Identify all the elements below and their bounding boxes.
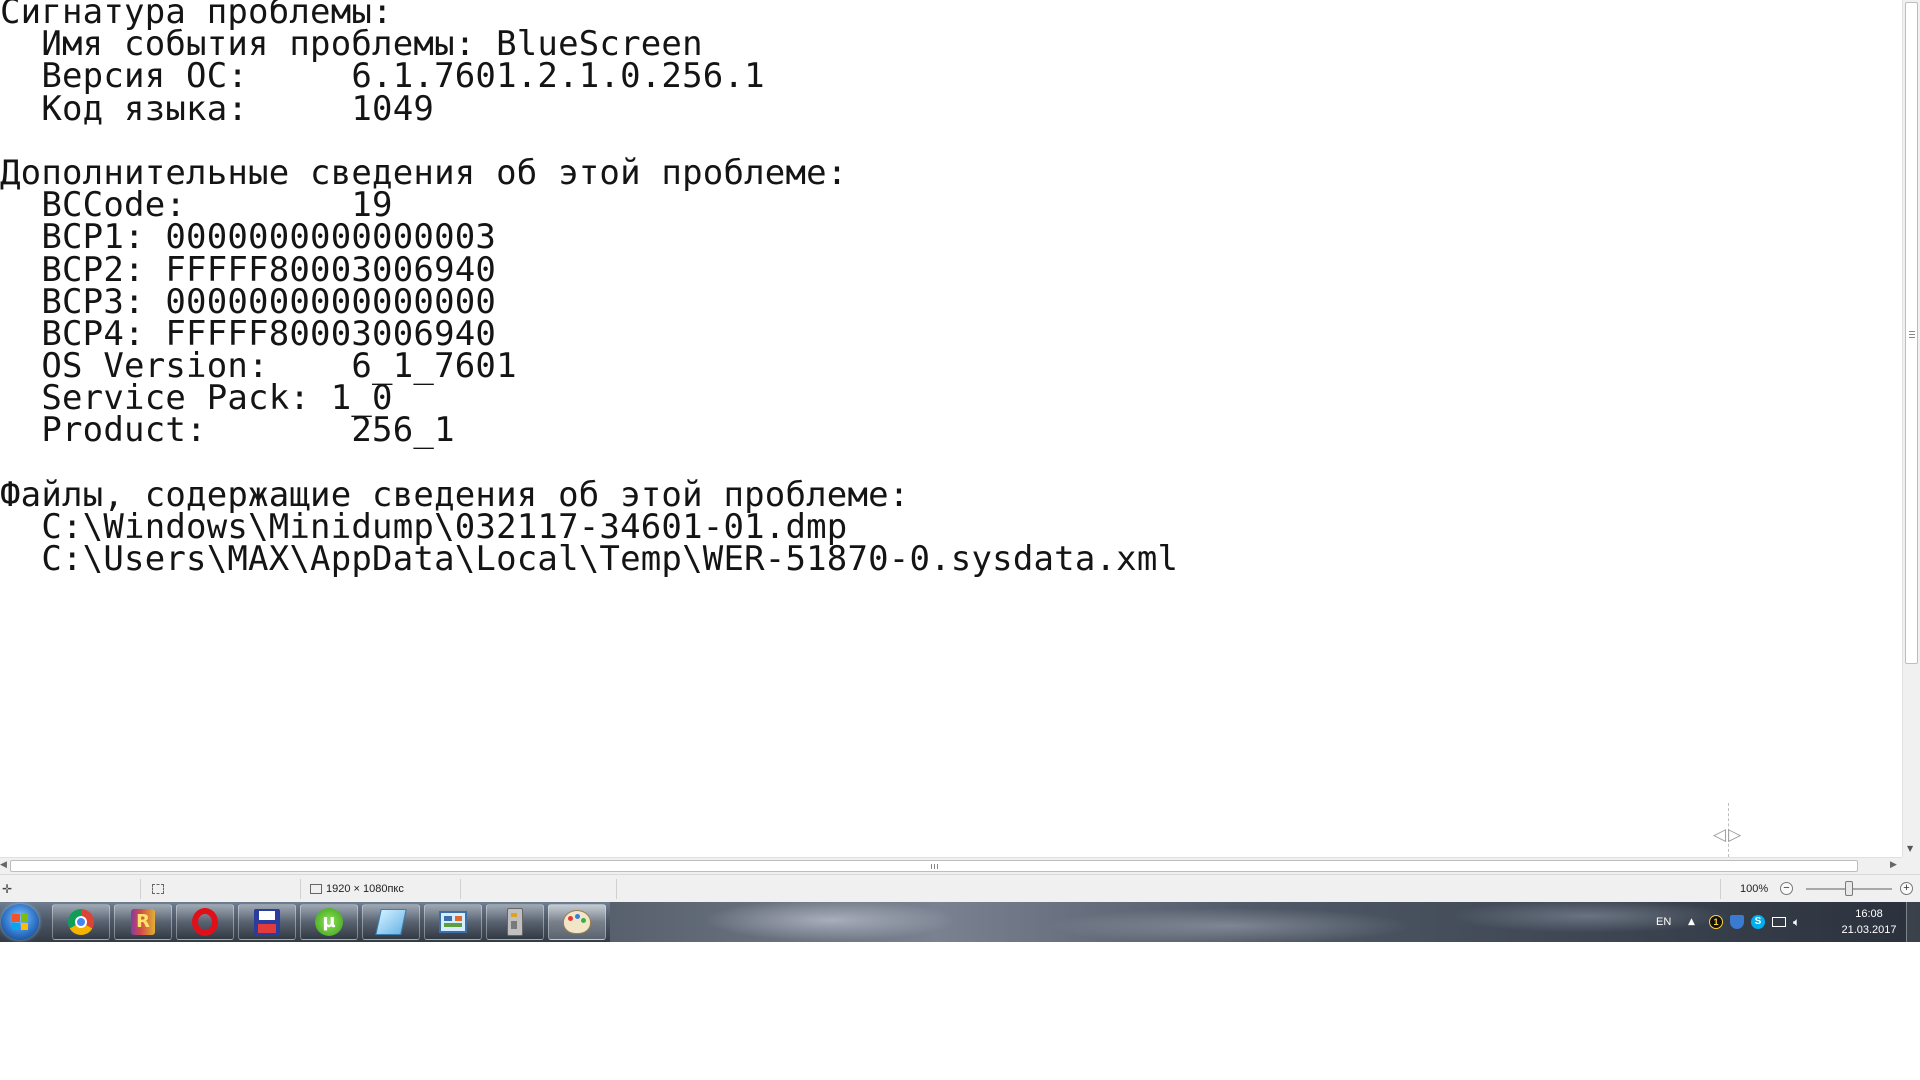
vertical-scroll-thumb[interactable] <box>1905 2 1918 664</box>
language-indicator[interactable]: EN <box>1656 902 1671 942</box>
taskbar-paint-active[interactable] <box>548 904 606 940</box>
resize-arrows-icon: ◁▷ <box>1713 825 1744 845</box>
document-line: C:\Users\MAX\AppData\Local\Temp\WER-5187… <box>0 539 1179 580</box>
status-bar: ✛ 1920 × 1080пкс 100% − + <box>0 874 1920 903</box>
cursor-position-icon: ✛ <box>2 882 13 896</box>
start-button[interactable] <box>1 904 39 940</box>
zoom-percent: 100% <box>1740 883 1769 895</box>
windows-flag-icon <box>12 914 28 930</box>
control-panel-icon <box>439 911 467 933</box>
horizontal-scrollbar[interactable]: ◀ ▶ <box>0 857 1902 875</box>
horizontal-scroll-thumb[interactable] <box>10 860 1858 872</box>
show-hidden-icons-arrow-icon[interactable]: ▲ <box>1688 915 1702 929</box>
skype-icon[interactable]: S <box>1751 915 1765 929</box>
scroll-down-arrow-icon[interactable]: ▼ <box>1907 844 1913 853</box>
document-canvas[interactable]: Сигнатура проблемы: Имя события проблемы… <box>0 0 1902 857</box>
selection-size-icon <box>152 875 168 903</box>
scrollbar-corner <box>1902 857 1920 874</box>
show-desktop-button[interactable] <box>1906 902 1920 942</box>
device-icon <box>507 908 523 936</box>
taskbar-save-app[interactable] <box>238 904 296 940</box>
floppy-save-icon <box>254 909 280 935</box>
document-line: BCP1: 0000000000000003 <box>0 217 497 258</box>
image-size-field: 1920 × 1080пкс <box>310 875 404 903</box>
taskbar-control-panel[interactable] <box>424 904 482 940</box>
taskbar: R µ EN ▲ 1 S 🔈︎ 16:08 21.03.2017 <box>0 902 1920 942</box>
taskbar-opera[interactable] <box>176 904 234 940</box>
paint-icon <box>563 910 591 934</box>
image-resize-handle[interactable]: ◁▷ <box>1708 803 1748 857</box>
utorrent-icon: µ <box>315 908 343 936</box>
document-line: Код языка: 1049 <box>0 88 435 129</box>
image-size-label: 1920 × 1080пкс <box>326 883 404 895</box>
image-size-icon <box>310 884 322 894</box>
taskbar-chrome[interactable] <box>52 904 110 940</box>
scroll-right-arrow-icon[interactable]: ▶ <box>1890 860 1897 870</box>
tray-clock[interactable]: 16:08 21.03.2017 <box>1836 906 1902 938</box>
chrome-icon <box>68 909 94 935</box>
blank-area <box>0 942 1920 1080</box>
volume-icon[interactable]: 🔈︎ <box>1793 915 1807 929</box>
taskbar-device[interactable] <box>486 904 544 940</box>
taskbar-utorrent[interactable]: µ <box>300 904 358 940</box>
rar-archiver-icon: R <box>131 909 155 935</box>
tray-app-one-icon[interactable]: 1 <box>1709 915 1723 929</box>
desktop-wallpaper-strip <box>610 902 1920 942</box>
taskbar-archiver[interactable]: R <box>114 904 172 940</box>
opera-icon <box>192 908 218 936</box>
clock-time: 16:08 <box>1855 908 1883 920</box>
antivirus-shield-icon[interactable] <box>1730 915 1744 929</box>
taskbar-notepad[interactable] <box>362 904 420 940</box>
network-icon[interactable] <box>1772 917 1786 927</box>
vertical-scrollbar[interactable]: ▼ <box>1902 0 1920 857</box>
zoom-in-button[interactable]: + <box>1900 882 1913 895</box>
zoom-slider-thumb[interactable] <box>1845 881 1853 896</box>
notepad-icon <box>375 909 407 935</box>
document-text: Сигнатура проблемы: Имя события проблемы… <box>0 0 1179 580</box>
document-line: Версия ОС: 6.1.7601.2.1.0.256.1 <box>0 56 765 97</box>
zoom-out-button[interactable]: − <box>1780 882 1793 895</box>
document-line: BCP2: FFFFF80003006940 <box>0 249 497 290</box>
clock-date: 21.03.2017 <box>1841 924 1897 936</box>
scroll-left-arrow-icon[interactable]: ◀ <box>0 860 7 870</box>
document-line: Product: 256_1 <box>0 410 455 451</box>
